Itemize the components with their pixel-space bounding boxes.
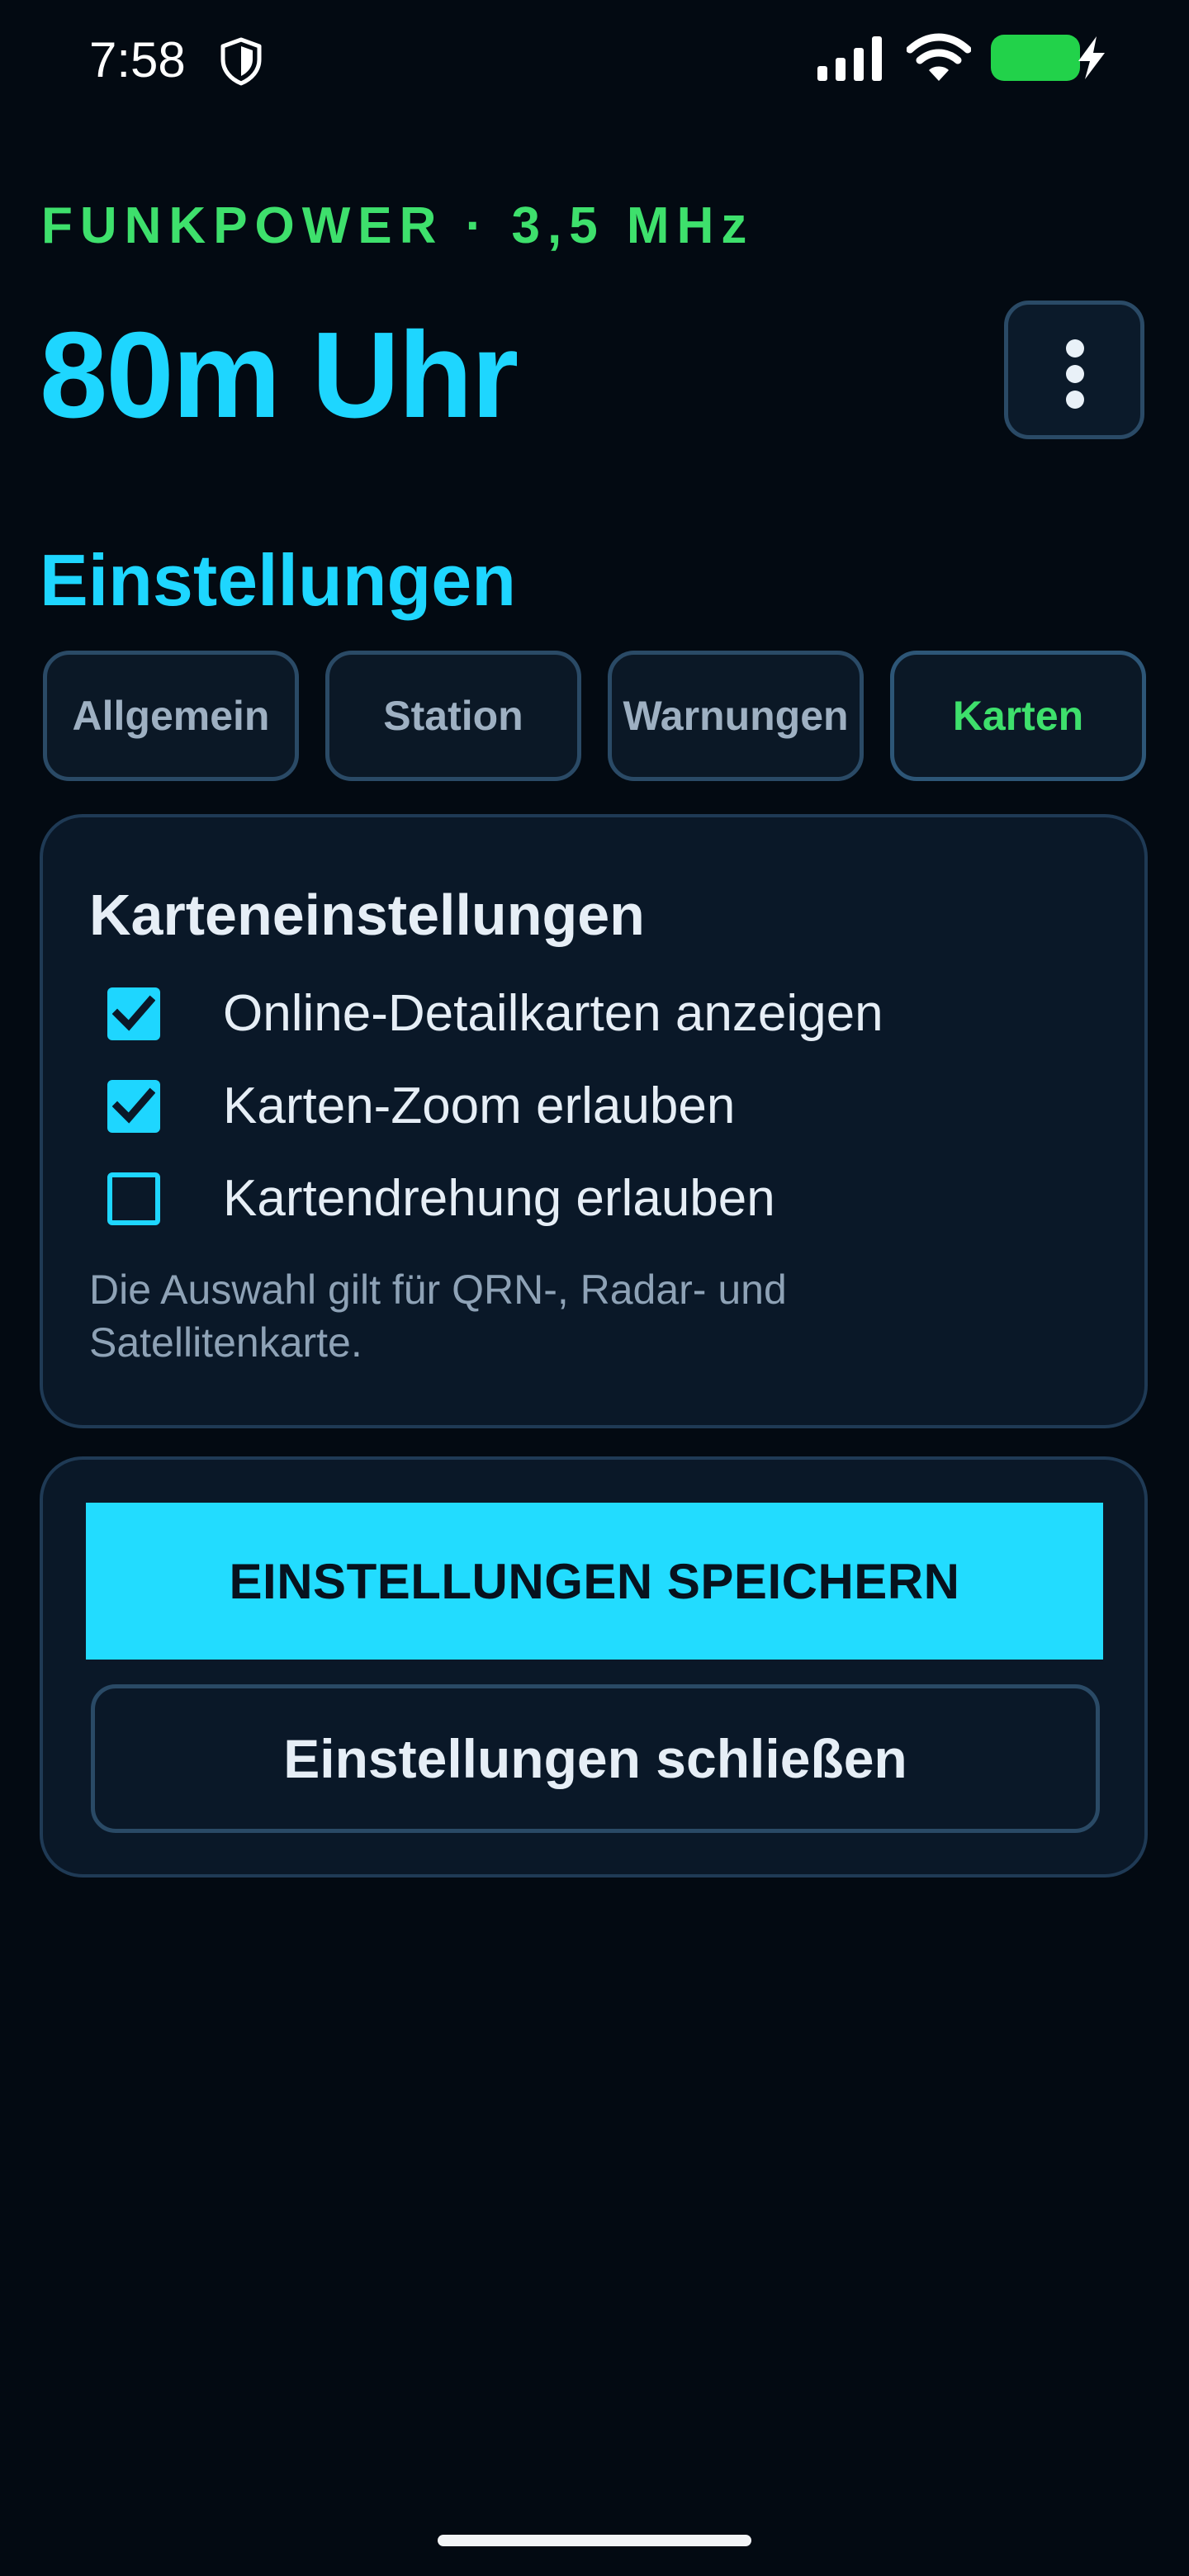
checkbox-map-zoom[interactable] (107, 1080, 160, 1133)
status-bar: 7:58 (0, 0, 1189, 124)
tab-allgemein[interactable]: Allgemein (43, 651, 299, 781)
checkbox-map-rotation[interactable] (107, 1172, 160, 1225)
wifi-icon (907, 33, 971, 81)
save-settings-button[interactable]: EINSTELLUNGEN SPEICHERN (86, 1503, 1103, 1660)
option-map-zoom[interactable]: Karten-Zoom erlauben (107, 1073, 1098, 1139)
settings-screen: 7:58 FUNKPOWER · 3,5 MHz 80m Uhr Einstel… (0, 0, 1189, 2576)
option-label: Kartendrehung erlauben (223, 1170, 775, 1227)
tab-warnungen[interactable]: Warnungen (608, 651, 864, 781)
band-frequency-label: FUNKPOWER · 3,5 MHz (41, 197, 755, 254)
close-settings-button[interactable]: Einstellungen schließen (91, 1684, 1100, 1833)
checkbox-online-maps[interactable] (107, 987, 160, 1040)
menu-dot (1066, 339, 1084, 358)
more-menu-button[interactable] (1004, 301, 1144, 439)
signal-icon (817, 36, 882, 81)
option-label: Online-Detailkarten anzeigen (223, 985, 883, 1042)
option-online-maps[interactable]: Online-Detailkarten anzeigen (107, 981, 1098, 1047)
home-indicator[interactable] (438, 2535, 751, 2546)
tab-karten[interactable]: Karten (890, 651, 1146, 781)
actions-card: EINSTELLUNGEN SPEICHERN Einstellungen sc… (40, 1456, 1148, 1878)
menu-dot (1066, 391, 1084, 409)
checkmark-icon (112, 995, 155, 1031)
battery-icon (991, 33, 1082, 83)
menu-dot (1066, 365, 1084, 383)
option-map-rotation[interactable]: Kartendrehung erlauben (107, 1166, 1098, 1232)
map-settings-card: Karteneinstellungen Online-Detailkarten … (40, 814, 1148, 1428)
tab-station[interactable]: Station (325, 651, 581, 781)
settings-tabs: Allgemein Station Warnungen Karten (43, 651, 1146, 781)
settings-title: Einstellungen (40, 539, 516, 621)
status-time: 7:58 (89, 32, 186, 88)
option-label: Karten-Zoom erlauben (223, 1077, 736, 1134)
battery-level (991, 35, 1080, 81)
charging-bolt-icon (1078, 36, 1105, 79)
app-title: 80m Uhr (40, 307, 519, 443)
checkmark-icon (112, 1087, 155, 1124)
map-settings-note: Die Auswahl gilt für QRN-, Radar- und Sa… (89, 1267, 787, 1366)
shield-icon (220, 37, 262, 86)
map-settings-title: Karteneinstellungen (89, 883, 645, 947)
